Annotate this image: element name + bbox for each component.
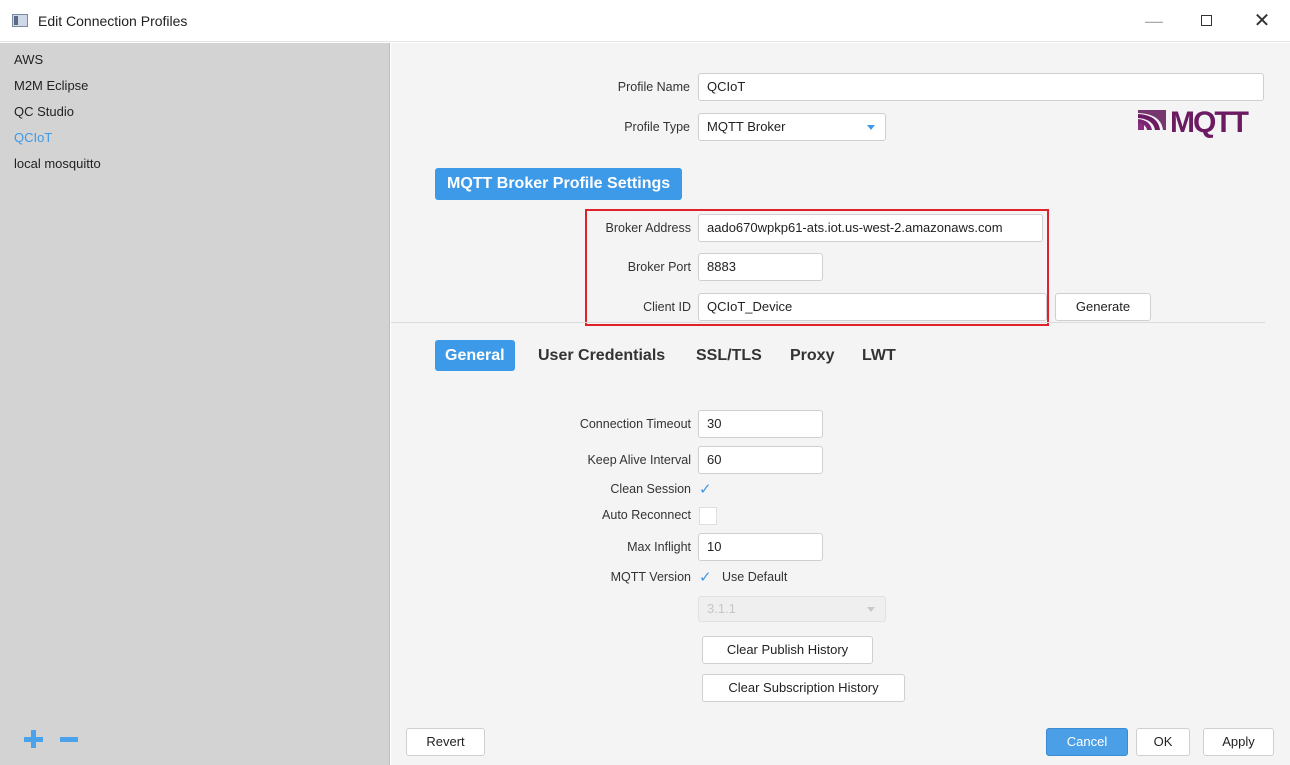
chevron-down-icon	[867, 607, 875, 612]
profile-item-local-mosquitto[interactable]: local mosquitto	[14, 156, 101, 171]
keep-alive-input[interactable]: 60	[698, 446, 823, 474]
broker-section-title: MQTT Broker Profile Settings	[435, 168, 683, 200]
max-inflight-label: Max Inflight	[627, 540, 691, 554]
title-bar: Edit Connection Profiles — ✕	[0, 0, 1290, 42]
profile-type-label: Profile Type	[624, 120, 690, 134]
apply-button[interactable]: Apply	[1203, 728, 1274, 756]
profile-type-select[interactable]: MQTT Broker	[698, 113, 886, 141]
connection-timeout-input[interactable]: 30	[698, 410, 823, 438]
revert-button[interactable]: Revert	[406, 728, 485, 756]
use-default-label: Use Default	[722, 570, 788, 584]
profile-item-qc-studio[interactable]: QC Studio	[14, 104, 74, 119]
chevron-down-icon	[867, 125, 875, 130]
generate-button[interactable]: Generate	[1055, 293, 1151, 321]
profile-item-qciot[interactable]: QCIoT	[14, 130, 52, 145]
mqtt-logo-text: MQTT	[1170, 106, 1249, 139]
close-button[interactable]: ✕	[1244, 8, 1280, 34]
tab-user-credentials[interactable]: User Credentials	[538, 340, 665, 371]
profile-list-sidebar: AWS M2M Eclipse QC Studio QCIoT local mo…	[0, 43, 390, 765]
profile-item-aws[interactable]: AWS	[14, 52, 43, 67]
clean-session-checkbox[interactable]: ✓	[699, 481, 712, 499]
max-inflight-input[interactable]: 10	[698, 533, 823, 561]
app-window-icon	[12, 14, 28, 27]
mqtt-waves-icon	[1138, 110, 1166, 130]
mqtt-version-select: 3.1.1	[698, 596, 886, 622]
tab-general[interactable]: General	[435, 340, 515, 371]
clear-subscription-history-button[interactable]: Clear Subscription History	[702, 674, 905, 702]
profile-name-input[interactable]: QCIoT	[698, 73, 1264, 101]
ok-button[interactable]: OK	[1136, 728, 1190, 756]
clear-publish-history-button[interactable]: Clear Publish History	[702, 636, 873, 664]
tab-proxy[interactable]: Proxy	[790, 340, 834, 371]
add-profile-plus-icon[interactable]	[22, 728, 44, 750]
auto-reconnect-label: Auto Reconnect	[602, 508, 691, 522]
maximize-button[interactable]	[1188, 8, 1224, 34]
connection-timeout-label: Connection Timeout	[579, 417, 691, 431]
profile-item-m2m-eclipse[interactable]: M2M Eclipse	[14, 78, 88, 93]
auto-reconnect-checkbox[interactable]	[699, 507, 717, 525]
window-title: Edit Connection Profiles	[38, 13, 188, 29]
profile-name-label: Profile Name	[617, 80, 690, 94]
minimize-button[interactable]: —	[1136, 8, 1172, 34]
tab-lwt[interactable]: LWT	[862, 340, 896, 371]
tab-ssl-tls[interactable]: SSL/TLS	[696, 340, 762, 371]
mqtt-version-label: MQTT Version	[610, 570, 691, 584]
highlight-annotation-box	[585, 209, 1049, 326]
maximize-icon	[1200, 15, 1212, 27]
cancel-button[interactable]: Cancel	[1046, 728, 1128, 756]
remove-profile-minus-icon[interactable]	[60, 737, 78, 742]
section-divider	[391, 322, 1265, 323]
clean-session-label: Clean Session	[610, 482, 691, 496]
keep-alive-label: Keep Alive Interval	[587, 453, 691, 467]
profile-type-value: MQTT Broker	[707, 119, 786, 134]
use-default-checkbox[interactable]: ✓	[699, 569, 712, 587]
mqtt-version-value: 3.1.1	[707, 601, 736, 616]
